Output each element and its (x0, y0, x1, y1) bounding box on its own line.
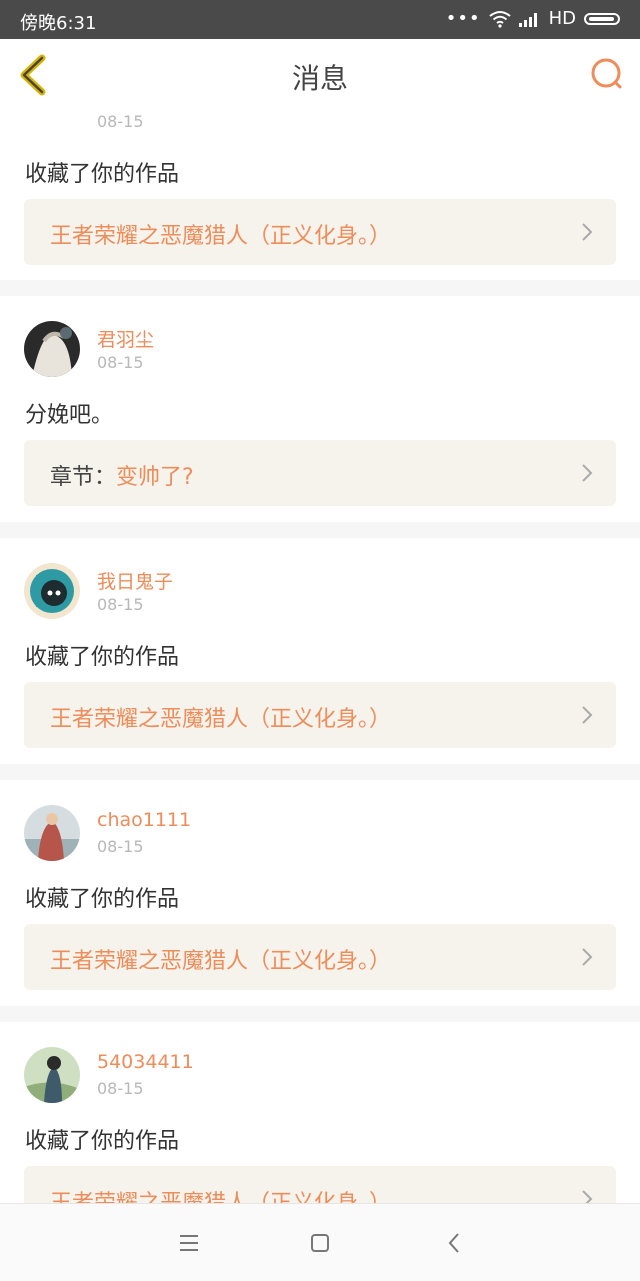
message-card: chao1111 08-15 收藏了你的作品 王者荣耀之恶魔猎人（正义化身。） (0, 780, 640, 1006)
work-link[interactable]: 王者荣耀之恶魔猎人（正义化身。） (24, 682, 616, 748)
chevron-right-icon (582, 464, 593, 482)
message-card: 54034411 08-15 收藏了你的作品 王者荣耀之恶魔猎人（正义化身。） (0, 1022, 640, 1203)
chevron-right-icon (582, 1190, 593, 1203)
message-list[interactable]: 08-15 收藏了你的作品 王者荣耀之恶魔猎人（正义化身。） 君羽尘 08-15… (0, 110, 640, 1203)
message-card: 我日鬼子 08-15 收藏了你的作品 王者荣耀之恶魔猎人（正义化身。） (0, 538, 640, 764)
avatar[interactable] (24, 563, 80, 619)
message-date: 08-15 (97, 112, 144, 131)
username[interactable]: 君羽尘 (97, 325, 154, 352)
message-date: 08-15 (97, 595, 144, 614)
link-title: 王者荣耀之恶魔猎人（正义化身。） (50, 224, 392, 249)
system-back-icon[interactable] (443, 1231, 467, 1255)
link-title: 变帅了? (116, 465, 194, 490)
work-link-text: 王者荣耀之恶魔猎人（正义化身。） (50, 1185, 391, 1203)
work-link[interactable]: 王者荣耀之恶魔猎人（正义化身。） (24, 199, 616, 265)
menu-icon[interactable] (177, 1231, 201, 1255)
username[interactable]: 54034411 (97, 1051, 194, 1073)
message-date: 08-15 (97, 353, 144, 372)
status-bar: 傍晚6:31 ••• HD (0, 0, 640, 39)
message-text: 收藏了你的作品 (25, 887, 180, 912)
wifi-icon (488, 10, 511, 28)
chevron-right-icon (582, 223, 593, 241)
avatar-image (24, 1047, 80, 1103)
system-nav-bar (0, 1203, 640, 1281)
home-square-icon[interactable] (308, 1231, 332, 1255)
chevron-right-icon (582, 706, 593, 724)
avatar[interactable] (24, 321, 80, 377)
chevron-right-icon (582, 948, 593, 966)
status-time: 傍晚6:31 (20, 13, 97, 34)
chapter-link[interactable]: 章节：变帅了? (24, 440, 616, 506)
link-title: 王者荣耀之恶魔猎人（正义化身。） (50, 1191, 391, 1203)
avatar[interactable] (24, 805, 80, 861)
chapter-link-text: 章节：变帅了? (50, 459, 194, 491)
work-link-text: 王者荣耀之恶魔猎人（正义化身。） (50, 943, 391, 975)
work-link[interactable]: 王者荣耀之恶魔猎人（正义化身。） (24, 924, 616, 990)
search-icon[interactable] (586, 55, 626, 95)
avatar[interactable] (24, 1047, 80, 1103)
message-date: 08-15 (97, 837, 144, 856)
nav-bar: 消息 (0, 39, 640, 111)
page-title: 消息 (291, 62, 348, 95)
network-type: HD (548, 8, 576, 29)
work-link-text: 王者荣耀之恶魔猎人（正义化身。） (50, 218, 391, 250)
message-date: 08-15 (97, 1079, 144, 1098)
link-title: 王者荣耀之恶魔猎人（正义化身。） (50, 707, 392, 732)
avatar-image (24, 563, 80, 619)
work-link-text: 王者荣耀之恶魔猎人（正义化身。） (50, 701, 391, 733)
message-text: 收藏了你的作品 (25, 1129, 180, 1154)
link-title: 王者荣耀之恶魔猎人（正义化身。） (50, 949, 392, 974)
status-icons: ••• HD (446, 8, 620, 29)
more-dots-icon: ••• (445, 8, 481, 29)
avatar-image (24, 805, 80, 861)
username[interactable]: chao1111 (97, 809, 191, 831)
message-card: 君羽尘 08-15 分娩吧。 章节：变帅了? (0, 296, 640, 522)
message-text: 收藏了你的作品 (25, 645, 180, 670)
username[interactable]: 我日鬼子 (97, 567, 173, 594)
avatar-image (24, 321, 80, 377)
signal-icon (518, 12, 537, 27)
link-prefix: 章节： (50, 465, 117, 490)
message-text: 分娩吧。 (25, 403, 114, 428)
message-text: 收藏了你的作品 (25, 162, 180, 187)
message-card: 08-15 收藏了你的作品 王者荣耀之恶魔猎人（正义化身。） (0, 110, 640, 280)
battery-icon (584, 12, 620, 25)
work-link[interactable]: 王者荣耀之恶魔猎人（正义化身。） (24, 1166, 616, 1203)
